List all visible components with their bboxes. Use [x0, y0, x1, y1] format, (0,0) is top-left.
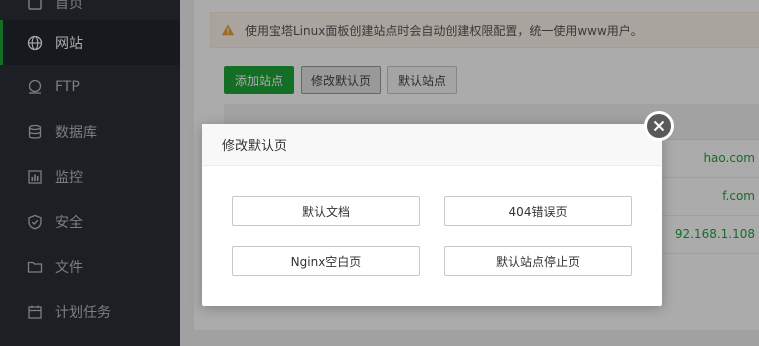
dialog-title: 修改默认页	[202, 124, 662, 166]
nginx-blank-page-button[interactable]: Nginx空白页	[232, 246, 420, 276]
error-404-page-button[interactable]: 404错误页	[444, 196, 632, 226]
close-dialog-button[interactable]	[644, 111, 674, 141]
site-stopped-page-button[interactable]: 默认站点停止页	[444, 246, 632, 276]
default-document-button[interactable]: 默认文档	[232, 196, 420, 226]
close-icon	[653, 120, 665, 132]
modify-default-page-dialog: 修改默认页 默认文档 404错误页 Nginx空白页 默认站点停止页	[202, 124, 662, 306]
